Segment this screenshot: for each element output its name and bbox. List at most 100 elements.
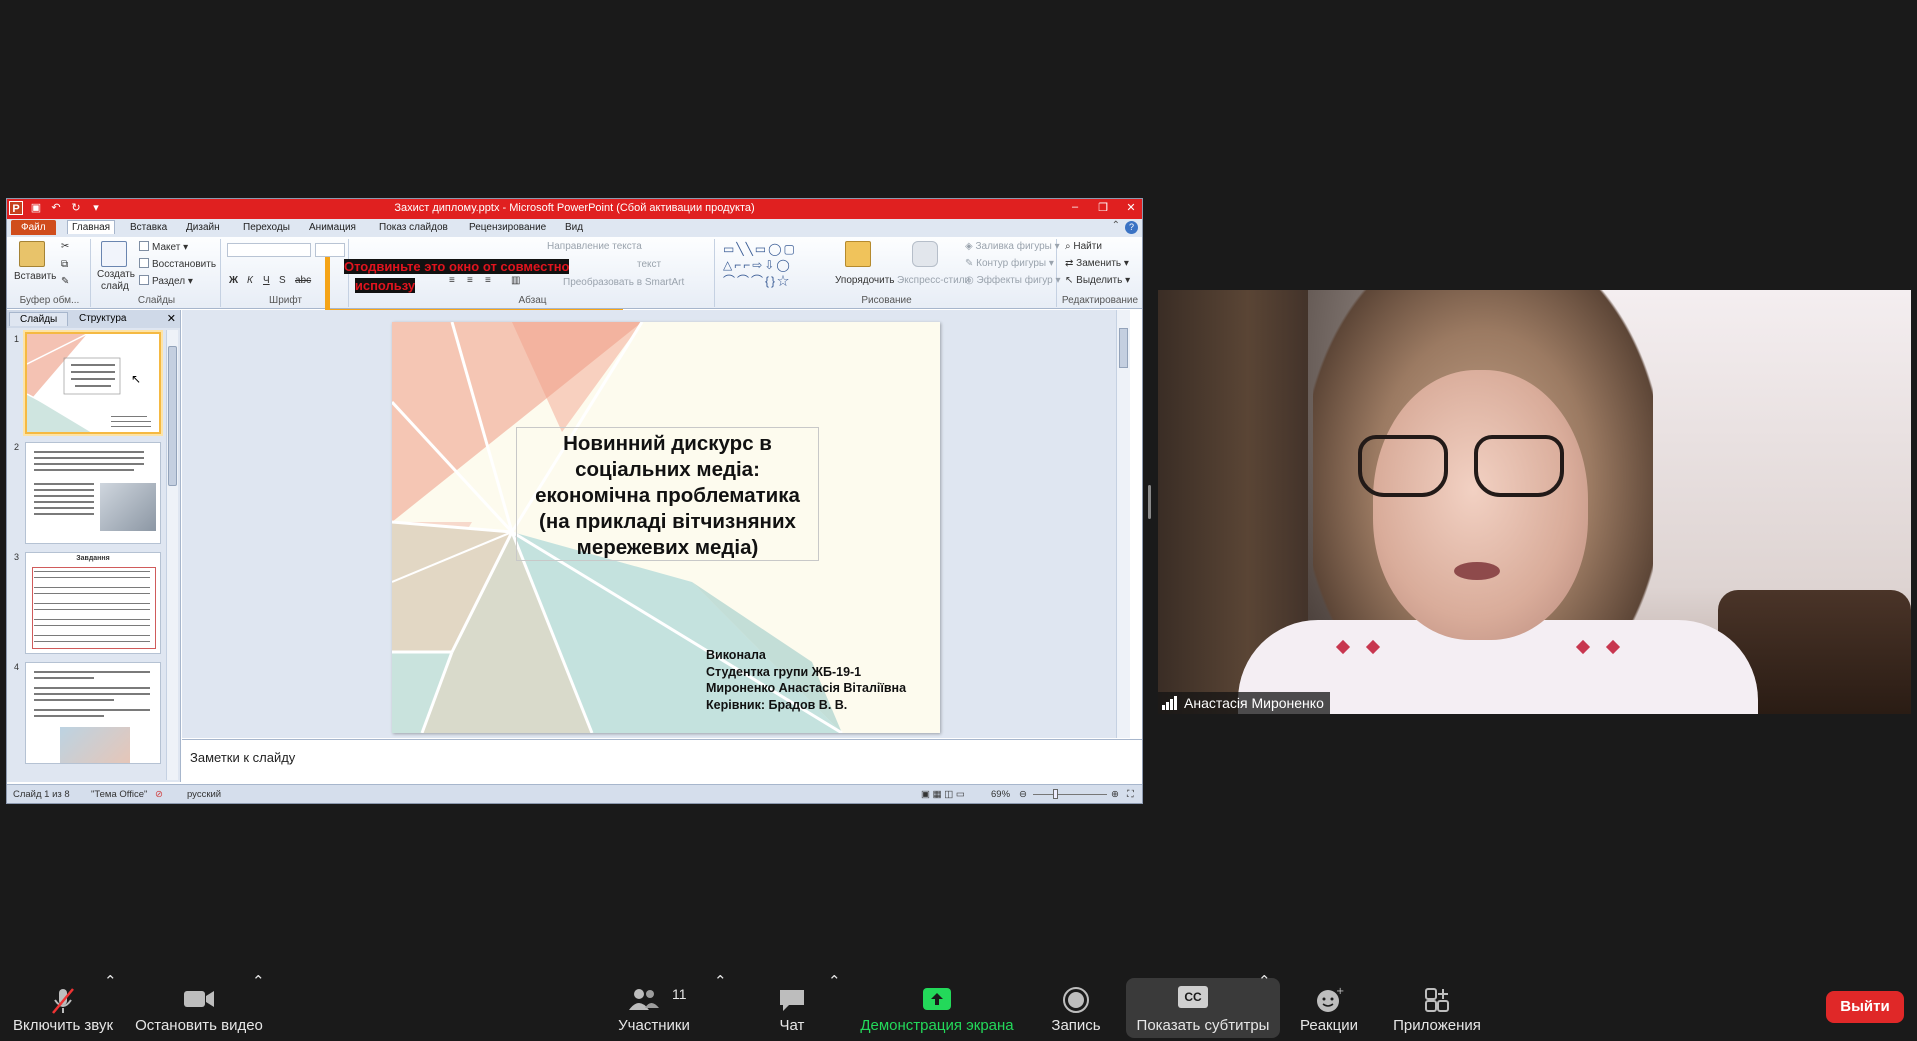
slide-author-box[interactable]: Виконала Студентка групи ЖБ-19-1 Миронен… — [706, 647, 906, 713]
video-mouth — [1454, 562, 1500, 580]
help-icon[interactable]: ? — [1125, 221, 1138, 234]
participants-button[interactable]: 11 Участники — [612, 972, 696, 1041]
reactions-icon: + — [1317, 986, 1344, 1012]
minimize-icon[interactable]: – — [1068, 201, 1082, 214]
quick-styles-button[interactable]: Экспресс-стили — [897, 275, 970, 286]
arrange-icon[interactable] — [845, 241, 871, 267]
video-options-chevron-icon[interactable]: ⌃ — [252, 972, 265, 1041]
slide-title-line: економічна проблематика — [535, 484, 800, 507]
apps-label: Приложения — [1393, 1017, 1481, 1034]
notes-pane[interactable]: Заметки к слайду — [182, 739, 1142, 781]
split-view-handle[interactable] — [1148, 485, 1151, 519]
align-text-button[interactable]: текст — [637, 259, 661, 270]
section-button[interactable]: Раздел ▾ — [139, 275, 193, 287]
new-slide-icon[interactable] — [101, 241, 127, 267]
meeting-toolbar: Включить звук ⌃ Остановить видео ⌃ 11 Уч… — [0, 972, 1917, 1041]
layout-button[interactable]: Макет ▾ — [139, 241, 188, 253]
apps-button[interactable]: Приложения — [1380, 972, 1494, 1041]
leave-meeting-button[interactable]: Выйти — [1826, 991, 1904, 1023]
chat-button[interactable]: Чат — [756, 972, 828, 1041]
paste-icon[interactable] — [19, 241, 45, 267]
zoom-meeting-window: P ▣ ↶ ↻ ▾ Захист диплому.pptx - Microsof… — [0, 0, 1917, 1041]
zoom-in-icon[interactable]: ⊕ — [1111, 789, 1119, 800]
window-controls: – ❐ ✕ — [1068, 201, 1138, 214]
ribbon-tabs: Файл Главная Вставка Дизайн Переходы Ани… — [7, 219, 1142, 237]
tab-file[interactable]: Файл — [11, 220, 56, 235]
tab-review[interactable]: Рецензирование — [465, 221, 550, 234]
zoom-slider-track[interactable] — [1033, 794, 1107, 795]
share-screen-button[interactable]: Демонстрация экрана — [852, 972, 1022, 1041]
cut-icon[interactable]: ✂ — [61, 241, 69, 252]
zoom-out-icon[interactable]: ⊖ — [1019, 789, 1027, 800]
record-label: Запись — [1051, 1017, 1101, 1034]
share-screen-icon — [923, 988, 951, 1010]
thumb-number: 1 — [14, 334, 20, 344]
font-size-input[interactable] — [315, 243, 345, 257]
zoom-level[interactable]: 69% — [991, 789, 1010, 800]
spellcheck-icon[interactable]: ⊘ — [155, 789, 163, 800]
stop-video-button[interactable]: Остановить видео — [134, 972, 264, 1041]
copy-icon[interactable]: ⧉ — [61, 259, 68, 270]
fit-slide-icon[interactable]: ⛶ — [1127, 789, 1134, 800]
strikethrough-icon[interactable]: abc — [295, 275, 311, 286]
tab-home[interactable]: Главная — [67, 220, 116, 234]
theme-name: "Тема Office" — [91, 789, 148, 800]
replace-button[interactable]: ⇄ Заменить ▾ — [1065, 258, 1129, 269]
find-button[interactable]: ⌕ Найти — [1065, 241, 1102, 252]
font-family-input[interactable] — [227, 243, 311, 257]
view-buttons[interactable]: ▣ ▦ ◫ ▭ — [921, 789, 965, 800]
bold-icon[interactable]: Ж — [229, 275, 238, 286]
editing-group: ⌕ Найти ⇄ Заменить ▾ ↖ Выделить ▾ Редакт… — [1059, 239, 1141, 307]
slide-editing-area: Новинний дискурс в соціальних медіа: еко… — [182, 310, 1130, 738]
text-direction-button[interactable]: Направление текста — [547, 241, 642, 252]
select-button[interactable]: ↖ Выделить ▾ — [1065, 275, 1130, 286]
slide-thumbnail-3[interactable]: Завдання — [25, 552, 161, 654]
participant-video-tile[interactable] — [1158, 290, 1911, 714]
participants-options-chevron-icon[interactable]: ⌃ — [714, 972, 727, 1041]
reactions-button[interactable]: + Реакции — [1290, 972, 1368, 1041]
shape-effects-button[interactable]: ◎ Эффекты фигур ▾ — [965, 275, 1060, 286]
show-captions-button[interactable]: CC Показать субтитры — [1130, 972, 1276, 1041]
shapes-gallery[interactable]: ▭╲╲▭◯▢ △⌐⌐⇨⇩◯ ⌒⌒⌒{}☆ — [723, 241, 835, 291]
tab-view[interactable]: Вид — [561, 221, 587, 234]
video-face — [1373, 370, 1588, 640]
italic-icon[interactable]: К — [247, 275, 253, 286]
arrange-button[interactable]: Упорядочить — [835, 275, 895, 286]
tab-animations[interactable]: Анимация — [305, 221, 360, 234]
slide-thumbnail-4[interactable] — [25, 662, 161, 764]
slide-thumbnail-1[interactable]: ↖ — [25, 332, 161, 434]
captions-options-chevron-icon[interactable]: ⌃ — [1258, 972, 1271, 1041]
signal-strength-icon — [1162, 694, 1178, 716]
underline-icon[interactable]: Ч — [263, 275, 270, 286]
tab-slideshow[interactable]: Показ слайдов — [375, 221, 452, 234]
tab-outline[interactable]: Структура — [69, 312, 136, 325]
shape-outline-button[interactable]: ✎ Контур фигуры ▾ — [965, 258, 1054, 269]
close-panel-icon[interactable]: ✕ — [167, 312, 176, 325]
record-button[interactable]: Запись — [1040, 972, 1112, 1041]
quick-styles-icon[interactable] — [912, 241, 938, 267]
audio-options-chevron-icon[interactable]: ⌃ — [104, 972, 117, 1041]
new-slide-label-1[interactable]: Создать — [97, 269, 135, 280]
show-captions-label: Показать субтитры — [1136, 1017, 1270, 1034]
format-painter-icon[interactable]: ✎ — [61, 276, 69, 287]
tab-design[interactable]: Дизайн — [182, 221, 224, 234]
slide-scrollbar[interactable] — [1116, 310, 1130, 738]
paste-button[interactable]: Вставить — [14, 271, 56, 282]
reset-button[interactable]: Восстановить — [139, 258, 216, 270]
tab-insert[interactable]: Вставка — [126, 221, 171, 234]
close-icon[interactable]: ✕ — [1124, 201, 1138, 214]
minimize-ribbon-icon[interactable]: ⌃ — [1112, 220, 1120, 231]
slides-panel-scrollbar[interactable] — [166, 330, 178, 780]
current-slide[interactable]: Новинний дискурс в соціальних медіа: еко… — [392, 322, 940, 733]
slide-thumbnail-2[interactable] — [25, 442, 161, 544]
chat-options-chevron-icon[interactable]: ⌃ — [828, 972, 841, 1041]
maximize-icon[interactable]: ❐ — [1096, 201, 1110, 214]
new-slide-label-2[interactable]: слайд — [101, 281, 129, 292]
shape-fill-button[interactable]: ◈ Заливка фигуры ▾ — [965, 241, 1060, 252]
zoom-slider-handle[interactable] — [1053, 789, 1058, 799]
slide-title-box[interactable]: Новинний дискурс в соціальних медіа: еко… — [516, 427, 819, 561]
tab-transitions[interactable]: Переходы — [239, 221, 294, 234]
language-indicator[interactable]: русский — [187, 789, 221, 800]
shadow-icon[interactable]: S — [279, 275, 286, 286]
tab-slides[interactable]: Слайды — [9, 312, 69, 326]
